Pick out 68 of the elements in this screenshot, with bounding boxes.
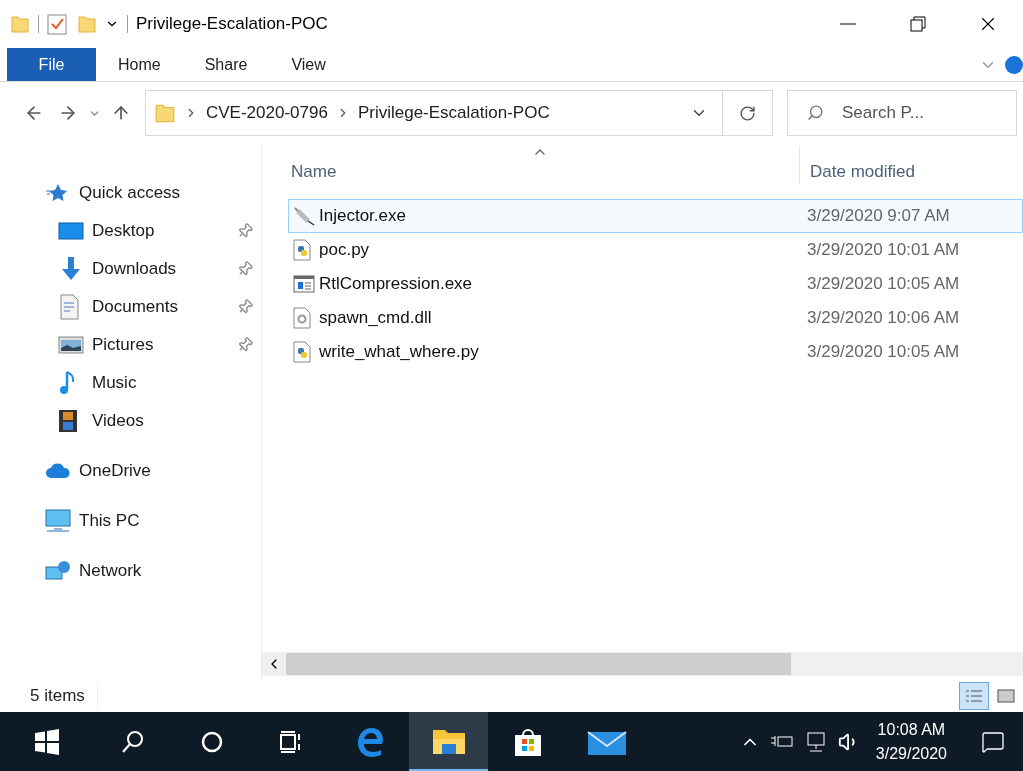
desktop-icon bbox=[58, 221, 84, 241]
column-header[interactable]: Date modified bbox=[800, 158, 915, 184]
star-icon bbox=[45, 183, 67, 203]
date-modified: 3/29/2020 10:01 AM bbox=[807, 239, 960, 262]
date-modified: 3/29/2020 9:07 AM bbox=[807, 205, 950, 228]
search-field[interactable]: Search P... bbox=[787, 90, 1017, 136]
file-name: Injector.exe bbox=[319, 205, 407, 228]
item-count: 5 items bbox=[30, 683, 98, 709]
nav-item[interactable]: Music bbox=[0, 364, 261, 402]
cloud-icon bbox=[45, 462, 71, 480]
address-bar[interactable]: CVE-2020-0796 Privilege-Escalation-POC bbox=[145, 90, 773, 136]
file-name: spawn_cmd.dll bbox=[319, 307, 433, 330]
nav-item[interactable]: Quick access bbox=[0, 174, 261, 212]
ribbon-tab[interactable]: Home bbox=[96, 48, 183, 81]
application-icon bbox=[293, 275, 315, 293]
breadcrumb[interactable]: CVE-2020-0796 bbox=[206, 100, 328, 126]
list-icon bbox=[965, 689, 983, 703]
notifications-icon[interactable] bbox=[981, 729, 1005, 754]
ribbon-tab[interactable]: Share bbox=[182, 48, 270, 81]
nav-item[interactable]: Pictures bbox=[0, 326, 261, 364]
date-modified: 3/29/2020 10:05 AM bbox=[807, 273, 960, 296]
network-icon bbox=[45, 559, 71, 583]
gear-file-icon bbox=[293, 307, 311, 329]
window-title: Privilege-Escalation-POC bbox=[136, 13, 328, 36]
minimize-icon bbox=[840, 23, 856, 25]
file-tab[interactable]: File bbox=[7, 48, 96, 81]
folder-icon bbox=[10, 14, 30, 34]
picture-icon bbox=[58, 335, 84, 355]
circle-icon[interactable] bbox=[199, 729, 224, 754]
shopping-bag-icon[interactable] bbox=[512, 726, 543, 757]
nav-item[interactable]: Downloads bbox=[0, 250, 261, 288]
date-modified: 3/29/2020 10:06 AM bbox=[807, 307, 960, 330]
search-icon[interactable] bbox=[119, 728, 146, 755]
file-row[interactable]: Injector.exe 3/29/2020 9:07 AM bbox=[288, 199, 1023, 233]
scrollbar-thumb[interactable] bbox=[286, 653, 791, 675]
clock-time[interactable]: 10:08 AM bbox=[877, 717, 946, 742]
windows-logo-icon[interactable] bbox=[33, 728, 60, 755]
python-file-icon bbox=[293, 239, 311, 261]
properties-icon[interactable] bbox=[47, 13, 67, 35]
new-folder-icon bbox=[77, 14, 97, 34]
restore-icon bbox=[910, 16, 926, 32]
ribbon-tab[interactable]: View bbox=[269, 48, 348, 81]
file-row[interactable]: spawn_cmd.dll 3/29/2020 10:06 AM bbox=[288, 301, 1023, 335]
file-name: poc.py bbox=[319, 239, 371, 262]
nav-item[interactable]: Videos bbox=[0, 402, 261, 440]
refresh-icon[interactable] bbox=[739, 104, 756, 122]
python-file-icon bbox=[293, 341, 311, 363]
file-name: write_what_where.py bbox=[319, 341, 480, 364]
nav-item[interactable]: Network bbox=[0, 552, 261, 590]
date-modified: 3/29/2020 10:05 AM bbox=[807, 341, 960, 364]
file-row[interactable]: RtlCompression.exe 3/29/2020 10:05 AM bbox=[288, 267, 1023, 301]
monitor-icon bbox=[45, 509, 71, 533]
film-icon bbox=[58, 409, 78, 433]
breadcrumb[interactable]: Privilege-Escalation-POC bbox=[357, 100, 550, 126]
search-icon bbox=[807, 104, 824, 121]
document-icon bbox=[58, 294, 80, 320]
file-name: RtlCompression.exe bbox=[319, 273, 474, 296]
nav-item[interactable]: Documents bbox=[0, 288, 261, 326]
file-row[interactable]: poc.py 3/29/2020 10:01 AM bbox=[288, 233, 1023, 267]
file-row[interactable]: write_what_where.py 3/29/2020 10:05 AM bbox=[288, 335, 1023, 369]
nav-item[interactable]: This PC bbox=[0, 502, 261, 540]
nav-item[interactable]: Desktop bbox=[0, 212, 261, 250]
thumbnail-icon bbox=[997, 689, 1015, 703]
folder-icon bbox=[154, 102, 176, 124]
clock-date[interactable]: 3/29/2020 bbox=[875, 741, 947, 766]
syringe-icon bbox=[293, 206, 315, 226]
column-header[interactable]: Name bbox=[262, 158, 799, 184]
nav-item[interactable]: OneDrive bbox=[0, 452, 261, 490]
